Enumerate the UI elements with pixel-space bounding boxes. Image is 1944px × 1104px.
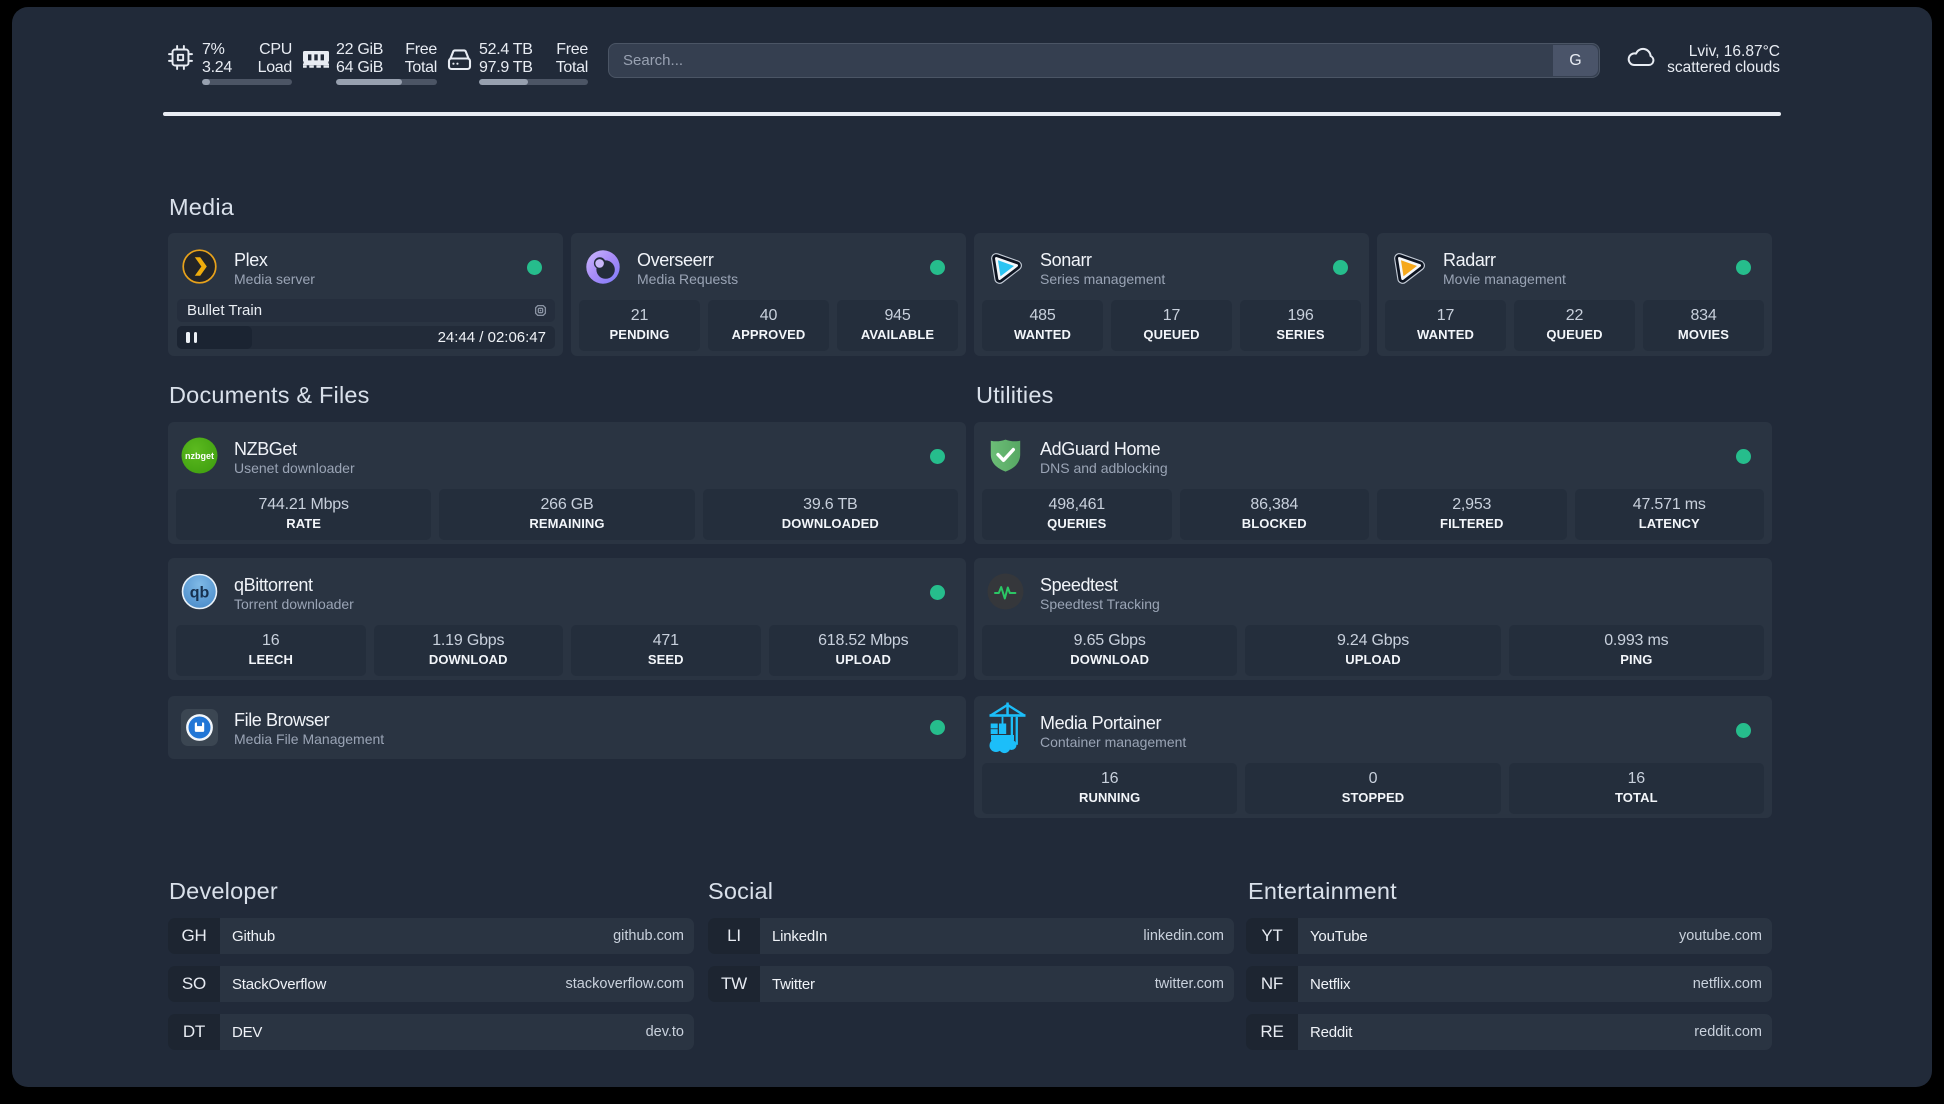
svg-text:qb: qb [190, 585, 210, 602]
svg-text:nzbget: nzbget [185, 451, 214, 461]
